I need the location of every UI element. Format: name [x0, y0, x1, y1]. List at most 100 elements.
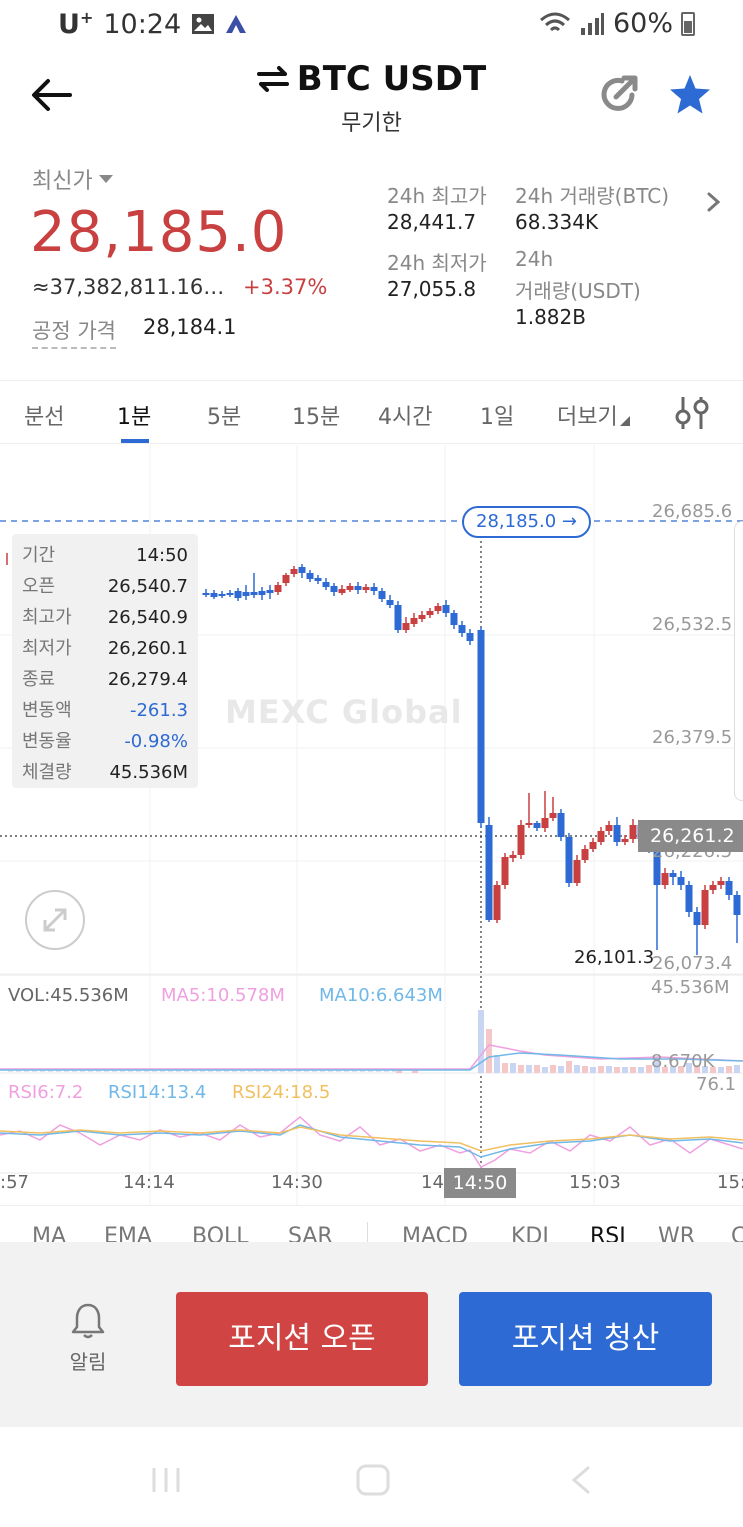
tab-line[interactable]: 분선 [24, 399, 64, 431]
rsi6-line [0, 1116, 743, 1168]
candle-body [410, 618, 418, 624]
candle-body [314, 578, 322, 581]
alarm-label: 알림 [69, 1350, 107, 1374]
tab-1m[interactable]: 1분 [117, 399, 151, 431]
wifi-icon [540, 12, 570, 31]
volume-bar [590, 1067, 596, 1073]
rsi14-line [0, 1124, 743, 1158]
candle-body [442, 605, 450, 613]
high-24h-label: 24h 최고가 [387, 184, 487, 208]
volume-bar [638, 1067, 644, 1073]
price-chart[interactable]: 26,685.6 26,532.5 26,379.5 26,226.5 26,0… [0, 445, 743, 1205]
tooltip-value: 26,260.1 [107, 638, 188, 659]
side-drawer-handle[interactable] [734, 521, 743, 801]
volume-bar [542, 1067, 548, 1073]
favorite-star-icon[interactable] [668, 73, 712, 117]
ma5-line [0, 1044, 743, 1070]
low-24h-value: 27,055.8 [387, 277, 477, 301]
candle-body [581, 849, 589, 860]
candle-body [605, 825, 613, 831]
candle-body [266, 590, 274, 593]
candle-body [282, 575, 290, 583]
tooltip-key: 종료 [22, 669, 56, 690]
candle-body [541, 818, 549, 828]
recent-apps-icon[interactable] [148, 1465, 184, 1495]
chart-settings-icon[interactable] [672, 395, 712, 431]
volume-usdt-value: 1.882B [515, 305, 586, 329]
candle-body [509, 855, 517, 858]
expand-icon [43, 908, 67, 932]
time-axis-label: 15:03 [569, 1172, 621, 1193]
candle-body [298, 567, 306, 573]
low-marker-label: 26,101.3 [574, 947, 655, 968]
volume-btc-label: 24h 거래량(BTC) [515, 184, 670, 208]
volume-bar [550, 1065, 556, 1073]
candle-body [565, 837, 573, 883]
candle-body [450, 613, 458, 625]
volume-label: VOL:45.536M [8, 985, 129, 1006]
price-axis-label: 26,685.6 [652, 501, 733, 522]
candle-body [709, 885, 717, 890]
open-position-button[interactable]: 포지션 오픈 [176, 1292, 428, 1386]
candle-body [250, 592, 258, 595]
candle-body [493, 885, 501, 920]
candle-body [346, 586, 354, 590]
tooltip-key: 최저가 [22, 638, 72, 659]
volume-axis-bottom: 8.670K [651, 1051, 715, 1072]
carrier-label: U+ [58, 8, 94, 40]
chevron-right-icon[interactable] [706, 191, 722, 213]
share-icon[interactable] [598, 73, 640, 115]
candle-body [525, 823, 533, 825]
tooltip-value: 26,540.7 [107, 576, 188, 597]
app-notification-icon [226, 15, 247, 33]
candle-body [693, 912, 701, 925]
volume-bar [726, 1066, 732, 1073]
close-position-button[interactable]: 포지션 청산 [459, 1292, 712, 1386]
back-nav-icon[interactable] [568, 1465, 594, 1495]
candle-body [589, 842, 597, 849]
system-nav-bar [0, 1427, 743, 1527]
volume-bar [598, 1066, 604, 1073]
tooltip-value: 26,279.4 [107, 669, 188, 690]
candle-body [242, 592, 250, 596]
tooltip-value: 45.536M [109, 762, 188, 783]
tab-15m[interactable]: 15분 [292, 399, 340, 431]
candle-body [386, 600, 394, 605]
candle-body [402, 623, 410, 630]
last-price-marker[interactable]: 28,185.0 → [462, 506, 591, 538]
tab-more[interactable]: 더보기 [557, 399, 630, 431]
candle-body [485, 825, 493, 920]
candle-body [717, 881, 725, 885]
volume-bar [526, 1065, 532, 1073]
time-axis-label: 14:14 [123, 1172, 175, 1193]
ma10-label: MA10:6.643M [319, 985, 443, 1006]
pair-title[interactable]: BTC USDT [256, 59, 486, 99]
candle-body [226, 593, 234, 595]
alarm-button[interactable]: 알림 [60, 1302, 116, 1375]
volume-usdt-label-line1: 24h [515, 247, 554, 271]
volume-bar [622, 1067, 628, 1073]
candle-body [629, 825, 637, 839]
signal-icon [580, 12, 604, 35]
action-bar: 알림 포지션 오픈 포지션 청산 [0, 1242, 743, 1427]
fullscreen-button[interactable] [25, 890, 85, 950]
home-icon[interactable] [355, 1463, 391, 1497]
candle-body [701, 890, 709, 925]
fair-price-label[interactable]: 공정 가격 [32, 315, 116, 349]
volume-bar [734, 1065, 740, 1073]
price-type-selector[interactable]: 최신가 [32, 163, 113, 195]
price-summary: 최신가 28,185.0 ≈37,382,811.16… +3.37% 공정 가… [0, 155, 743, 375]
candle-body [621, 839, 629, 842]
candle-body [685, 885, 693, 912]
low-24h-label: 24h 최저가 [387, 251, 487, 275]
tab-5m[interactable]: 5분 [207, 399, 241, 431]
high-24h-value: 28,441.7 [387, 210, 477, 234]
tab-1d[interactable]: 1일 [480, 399, 514, 431]
volume-usdt-label-line2: 거래량(USDT) [515, 279, 641, 303]
tab-4h[interactable]: 4시간 [378, 399, 432, 431]
volume-bar [574, 1065, 580, 1073]
candle-body [661, 873, 669, 885]
candle-body [669, 873, 677, 877]
time-axis-label: 15: [717, 1172, 743, 1193]
time-axis-label: 14:30 [271, 1172, 323, 1193]
